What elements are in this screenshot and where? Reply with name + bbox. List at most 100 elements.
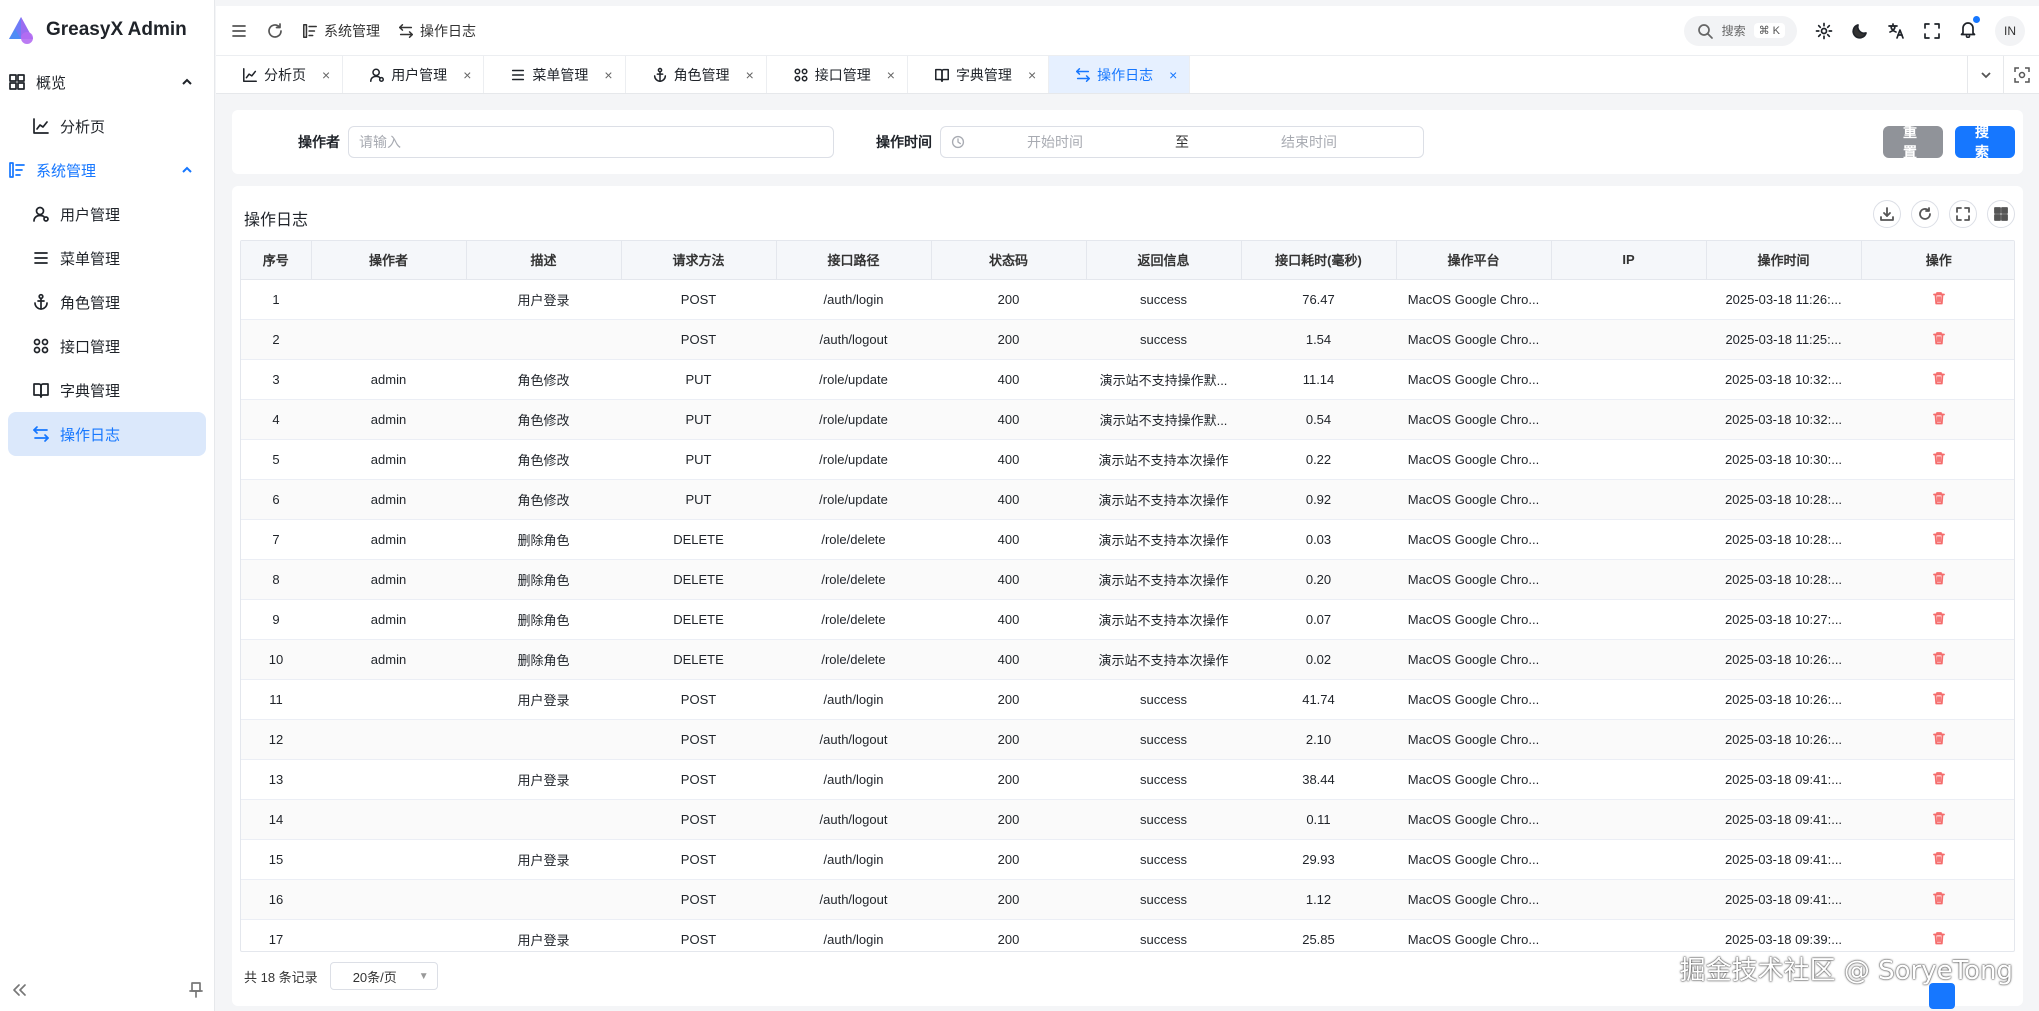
delete-icon[interactable]	[1932, 491, 1946, 505]
table-cell: MacOS Google Chro...	[1396, 679, 1551, 720]
refresh-icon[interactable]	[1911, 200, 1939, 228]
column-header[interactable]: 操作平台	[1396, 241, 1552, 280]
table-row[interactable]: 5 admin 角色修改 PUT/role/update 400 演示站不支持本次操作 0.…	[241, 439, 2014, 480]
column-header[interactable]: 序号	[241, 241, 312, 280]
pin-icon[interactable]	[187, 981, 205, 999]
column-header[interactable]: 接口耗时(毫秒)	[1241, 241, 1397, 280]
tab-roles[interactable]: 角色管理 ×	[626, 56, 767, 93]
delete-icon[interactable]	[1932, 531, 1946, 545]
table-cell: MacOS Google Chro...	[1396, 719, 1551, 760]
tab-apis[interactable]: 接口管理 ×	[767, 56, 908, 93]
notifications-button[interactable]	[1959, 16, 1980, 41]
fullscreen-icon[interactable]	[1949, 200, 1977, 228]
gear-icon[interactable]	[1815, 22, 1833, 40]
tab-analytics[interactable]: 分析页 ×	[216, 56, 344, 93]
sidebar-group-overview[interactable]: 概览	[8, 60, 206, 104]
delete-icon[interactable]	[1932, 571, 1946, 585]
table-row[interactable]: 13 用户登录 POST/auth/login 200 success 38.44 MacO…	[241, 759, 2014, 800]
delete-icon[interactable]	[1932, 411, 1946, 425]
column-header[interactable]: 操作	[1861, 241, 2014, 280]
table-row[interactable]: 2 POST/auth/logout 200 success 1.54 MacOS Goo…	[241, 319, 2014, 360]
column-header[interactable]: 接口路径	[776, 241, 932, 280]
avatar[interactable]: IN	[1995, 15, 2025, 46]
column-header[interactable]: 描述	[466, 241, 622, 280]
back-to-top-button[interactable]	[1929, 983, 1955, 1009]
close-icon[interactable]: ×	[604, 67, 612, 83]
moon-icon[interactable]	[1851, 22, 1869, 40]
breadcrumb-item-operation-log[interactable]: 操作日志	[398, 21, 476, 41]
sidebar-item-analytics[interactable]: 分析页	[8, 104, 206, 148]
column-header[interactable]: 操作者	[311, 241, 467, 280]
delete-icon[interactable]	[1932, 651, 1946, 665]
delete-icon[interactable]	[1932, 611, 1946, 625]
delete-icon[interactable]	[1932, 931, 1946, 945]
delete-icon[interactable]	[1932, 891, 1946, 905]
delete-icon[interactable]	[1932, 291, 1946, 305]
delete-icon[interactable]	[1932, 371, 1946, 385]
delete-icon[interactable]	[1932, 451, 1946, 465]
download-icon[interactable]	[1873, 200, 1901, 228]
tab-dictionary[interactable]: 字典管理 ×	[908, 56, 1050, 93]
sidebar-item-users[interactable]: 用户管理	[8, 192, 206, 236]
breadcrumb-item-system[interactable]: 系统管理	[302, 21, 380, 41]
table-row[interactable]: 12 POST/auth/logout 200 success 2.10 MacOS Go…	[241, 719, 2014, 760]
table-row[interactable]: 3 admin 角色修改 PUT/role/update 400 演示站不支持操作默...…	[241, 359, 2014, 400]
search-button[interactable]: 搜索	[1955, 124, 2015, 160]
delete-icon[interactable]	[1932, 731, 1946, 745]
page-size-select[interactable]: 20条/页 ▼	[329, 962, 438, 990]
table-row[interactable]: 8 admin 删除角色 DELETE/role/delete 400 演示站不支持本次操…	[241, 559, 2014, 600]
delete-icon[interactable]	[1932, 851, 1946, 865]
brand[interactable]: GreasyX Admin	[0, 0, 214, 60]
fullscreen-icon[interactable]	[1923, 22, 1941, 40]
sidebar-item-operation-log[interactable]: 操作日志	[8, 412, 206, 456]
screenshot-icon[interactable]	[2003, 55, 2039, 94]
start-time-placeholder[interactable]: 开始时间	[1027, 132, 1083, 152]
table-row[interactable]: 4 admin 角色修改 PUT/role/update 400 演示站不支持操作默...…	[241, 399, 2014, 440]
operator-input[interactable]: 请输入	[348, 126, 834, 158]
global-search-button[interactable]: 搜索 ⌘ K	[1683, 15, 1797, 46]
table-row[interactable]: 1 用户登录 POST/auth/login 200 success 76.47 MacOS…	[241, 279, 2014, 320]
sidebar-item-dictionary[interactable]: 字典管理	[8, 368, 206, 412]
close-icon[interactable]: ×	[322, 67, 330, 83]
column-header[interactable]: 请求方法	[621, 241, 777, 280]
end-time-placeholder[interactable]: 结束时间	[1281, 132, 1337, 152]
close-icon[interactable]: ×	[1169, 67, 1177, 83]
tab-menus[interactable]: 菜单管理 ×	[484, 56, 626, 93]
close-icon[interactable]: ×	[887, 67, 895, 83]
delete-icon[interactable]	[1932, 771, 1946, 785]
table-cell: 用户登录	[466, 679, 621, 720]
column-header[interactable]: 操作时间	[1706, 241, 1862, 280]
table-row[interactable]: 7 admin 删除角色 DELETE/role/delete 400 演示站不支持本次操…	[241, 519, 2014, 560]
table-row[interactable]: 15 用户登录 POST/auth/login 200 success 29.93 MacO…	[241, 839, 2014, 880]
reset-button[interactable]: 重置	[1883, 124, 1943, 160]
chevron-down-icon[interactable]	[1967, 55, 2003, 94]
sidebar-item-apis[interactable]: 接口管理	[8, 324, 206, 368]
sidebar-item-roles[interactable]: 角色管理	[8, 280, 206, 324]
delete-icon[interactable]	[1932, 331, 1946, 345]
table-row[interactable]: 9 admin 删除角色 DELETE/role/delete 400 演示站不支持本次操…	[241, 599, 2014, 640]
column-header[interactable]: 状态码	[931, 241, 1087, 280]
table-row[interactable]: 11 用户登录 POST/auth/login 200 success 41.74 MacO…	[241, 679, 2014, 720]
column-settings-icon[interactable]	[1987, 200, 2015, 228]
table-row[interactable]: 17 用户登录 POST/auth/login 200 success 25.85 MacO…	[241, 919, 2014, 951]
delete-icon[interactable]	[1932, 811, 1946, 825]
tab-operation-log[interactable]: 操作日志 ×	[1049, 56, 1191, 93]
close-icon[interactable]: ×	[1028, 67, 1036, 83]
translate-icon[interactable]	[1887, 22, 1905, 40]
close-icon[interactable]: ×	[746, 67, 754, 83]
date-range-picker[interactable]: 开始时间 至 结束时间	[940, 126, 1424, 158]
close-icon[interactable]: ×	[463, 67, 471, 83]
menu-toggle-icon[interactable]	[230, 22, 248, 40]
table-row[interactable]: 16 POST/auth/logout 200 success 1.12 MacOS Go…	[241, 879, 2014, 920]
collapse-sidebar-icon[interactable]	[10, 981, 28, 999]
delete-icon[interactable]	[1932, 691, 1946, 705]
column-header[interactable]: IP	[1551, 241, 1707, 280]
column-header[interactable]: 返回信息	[1086, 241, 1242, 280]
table-row[interactable]: 14 POST/auth/logout 200 success 0.11 MacOS Go…	[241, 799, 2014, 840]
table-row[interactable]: 6 admin 角色修改 PUT/role/update 400 演示站不支持本次操作 0.…	[241, 479, 2014, 520]
sidebar-group-system[interactable]: 系统管理	[8, 148, 206, 192]
refresh-icon[interactable]	[266, 22, 284, 40]
sidebar-item-menus[interactable]: 菜单管理	[8, 236, 206, 280]
tab-users[interactable]: 用户管理 ×	[343, 56, 485, 93]
table-row[interactable]: 10 admin 删除角色 DELETE/role/delete 400 演示站不支持本次…	[241, 639, 2014, 680]
